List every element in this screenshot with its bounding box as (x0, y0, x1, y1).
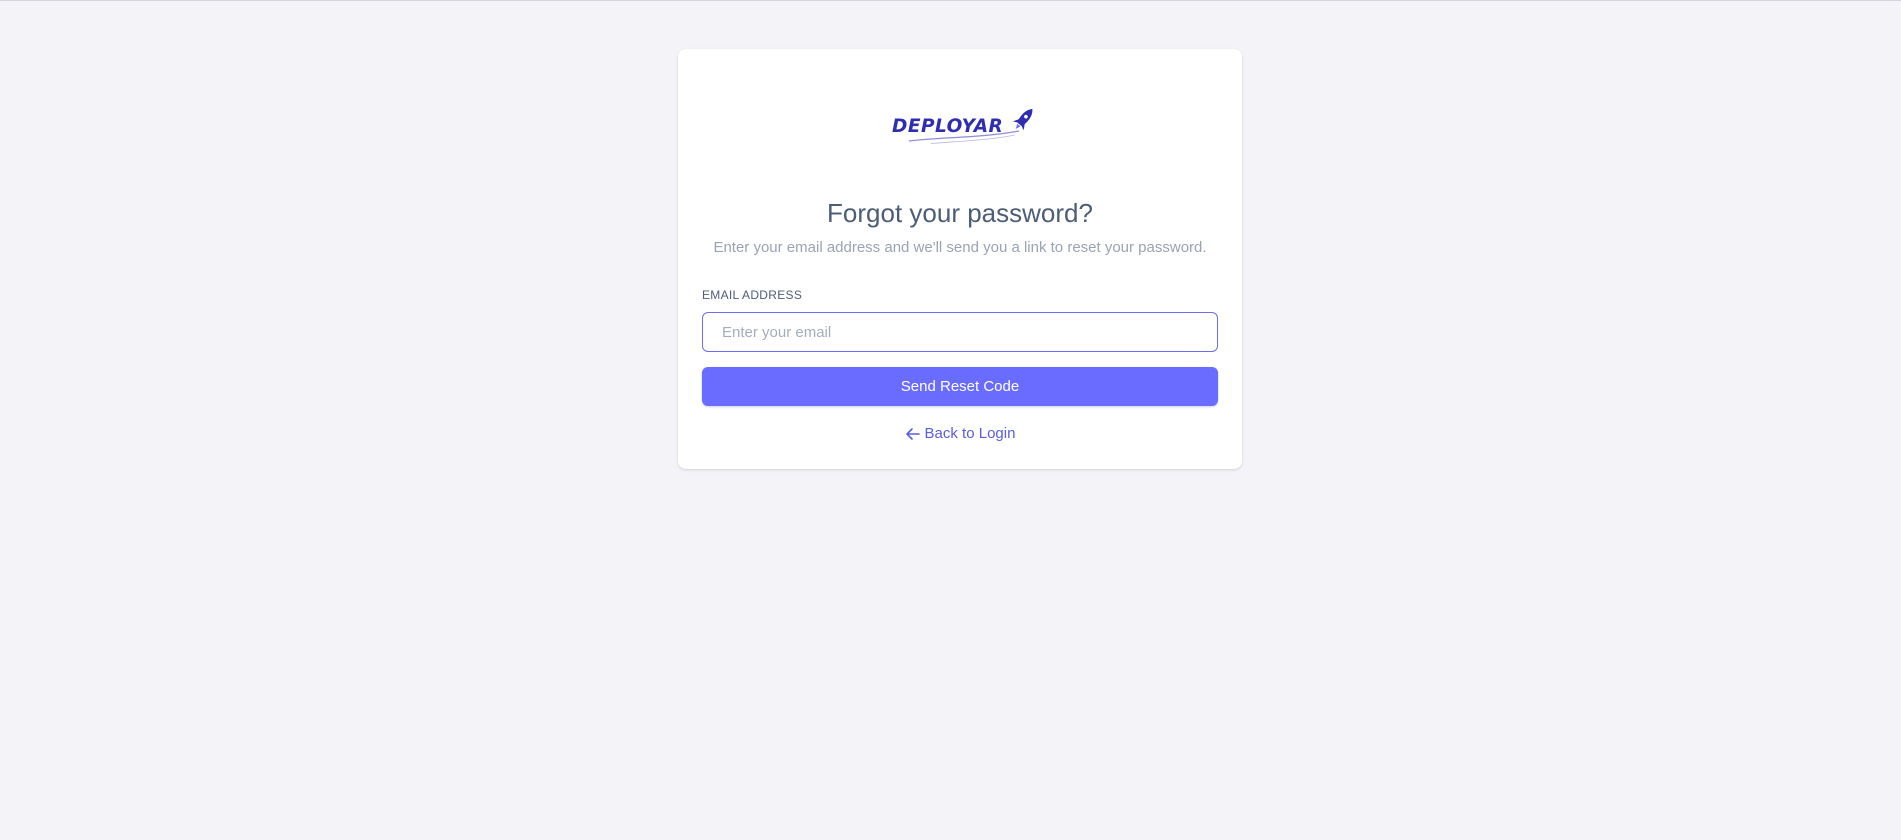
arrow-left-icon (905, 428, 920, 440)
logo-wordmark: DEPLOYAR (892, 116, 1004, 137)
forgot-password-card: DEPLOYAR Forgot your password? Enter you… (678, 49, 1242, 469)
back-to-login-label: Back to Login (924, 425, 1016, 442)
send-reset-code-button[interactable]: Send Reset Code (702, 367, 1218, 406)
email-field-label: EMAIL ADDRESS (702, 288, 803, 302)
back-to-login-link[interactable]: Back to Login (678, 424, 1242, 444)
page-subtitle: Enter your email address and we'll send … (713, 239, 1207, 256)
email-field[interactable] (702, 312, 1218, 352)
page-title: Forgot your password? (827, 198, 1093, 228)
